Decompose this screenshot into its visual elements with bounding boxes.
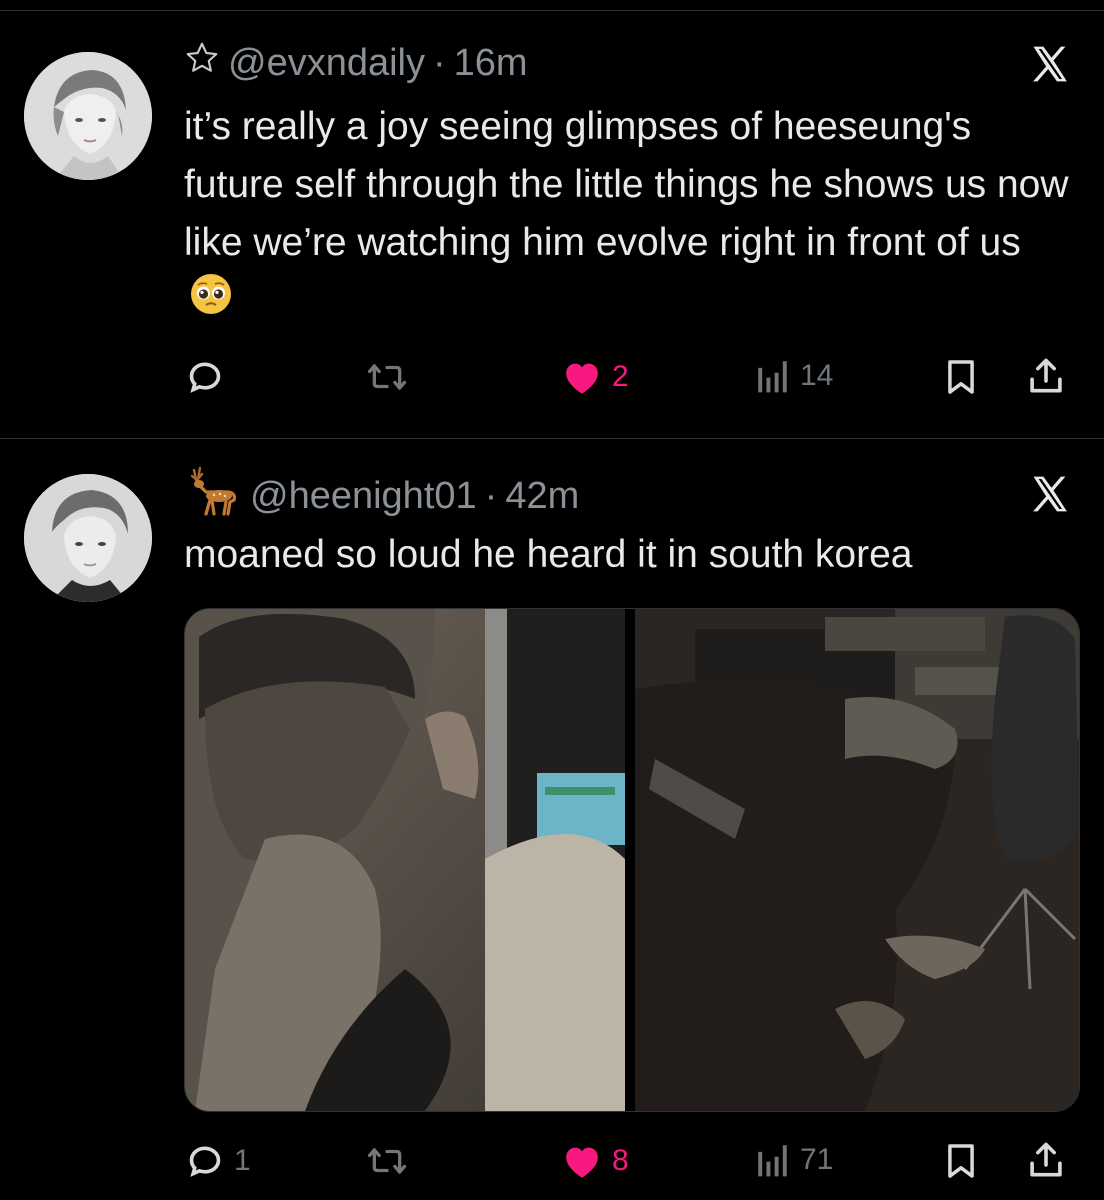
user-handle[interactable]: @heenight01 — [250, 475, 477, 518]
retweet-icon — [367, 364, 407, 390]
bookmark-button[interactable] — [944, 1142, 978, 1180]
tweet-text: moaned so loud he heard it in south kore… — [184, 526, 1074, 584]
retweet-icon — [367, 1148, 407, 1174]
reply-button[interactable]: 1 — [186, 1142, 251, 1180]
share-icon — [1030, 358, 1062, 393]
views-button[interactable]: 71 — [756, 1142, 833, 1178]
share-button[interactable] — [1028, 1140, 1064, 1180]
tweet-divider — [0, 438, 1104, 439]
like-count: 2 — [612, 360, 629, 393]
user-handle[interactable]: @evxndaily — [228, 42, 425, 85]
avatar[interactable] — [24, 474, 152, 602]
separator-dot: · — [484, 474, 498, 517]
bookmark-button[interactable] — [944, 358, 978, 396]
retweet-button[interactable] — [366, 358, 408, 396]
share-icon — [1030, 1142, 1062, 1177]
retweet-button[interactable] — [366, 1142, 408, 1180]
share-button[interactable] — [1028, 356, 1064, 396]
reply-icon — [189, 362, 221, 393]
tweet-text-content: moaned so loud he heard it in south kore… — [184, 533, 913, 576]
reply-button[interactable] — [186, 358, 234, 396]
like-count: 8 — [612, 1144, 629, 1177]
tweet-media[interactable] — [184, 608, 1080, 1112]
tweet-text-content: it’s really a joy seeing glimpses of hee… — [184, 105, 1069, 264]
views-icon — [758, 1145, 787, 1177]
avatar[interactable] — [24, 52, 152, 180]
photo-right[interactable] — [635, 609, 1079, 1111]
tweet-header: @heenight01 · 42m — [184, 466, 579, 526]
star-outline-icon — [184, 40, 220, 86]
tweet-text: it’s really a joy seeing glimpses of hee… — [184, 98, 1074, 332]
like-button[interactable]: 2 — [562, 358, 629, 396]
separator-dot: · — [433, 41, 446, 84]
heart-filled-icon — [566, 363, 598, 394]
tweet-time[interactable]: 16m — [454, 42, 528, 85]
x-logo-icon — [1033, 46, 1067, 82]
pleading-face-emoji-icon — [190, 273, 232, 332]
like-button[interactable]: 8 — [562, 1142, 629, 1180]
media-gap — [625, 609, 635, 1111]
tweet-time[interactable]: 42m — [505, 475, 579, 518]
deer-emoji-icon — [184, 466, 242, 526]
reply-icon — [189, 1146, 221, 1177]
tweet-header: @evxndaily · 16m — [184, 40, 528, 86]
view-count: 14 — [800, 359, 834, 392]
bookmark-icon — [948, 360, 974, 394]
tweet-actions: 2 14 — [0, 346, 1104, 406]
views-button[interactable]: 14 — [756, 358, 833, 394]
views-icon — [758, 361, 787, 393]
tweet-actions: 1 8 71 — [0, 1130, 1104, 1190]
top-divider — [0, 10, 1104, 11]
view-count: 71 — [800, 1143, 834, 1176]
bookmark-icon — [948, 1144, 974, 1178]
reply-count: 1 — [234, 1144, 251, 1177]
x-logo-icon — [1033, 476, 1067, 512]
photo-left[interactable] — [185, 609, 625, 1111]
heart-filled-icon — [566, 1147, 598, 1178]
